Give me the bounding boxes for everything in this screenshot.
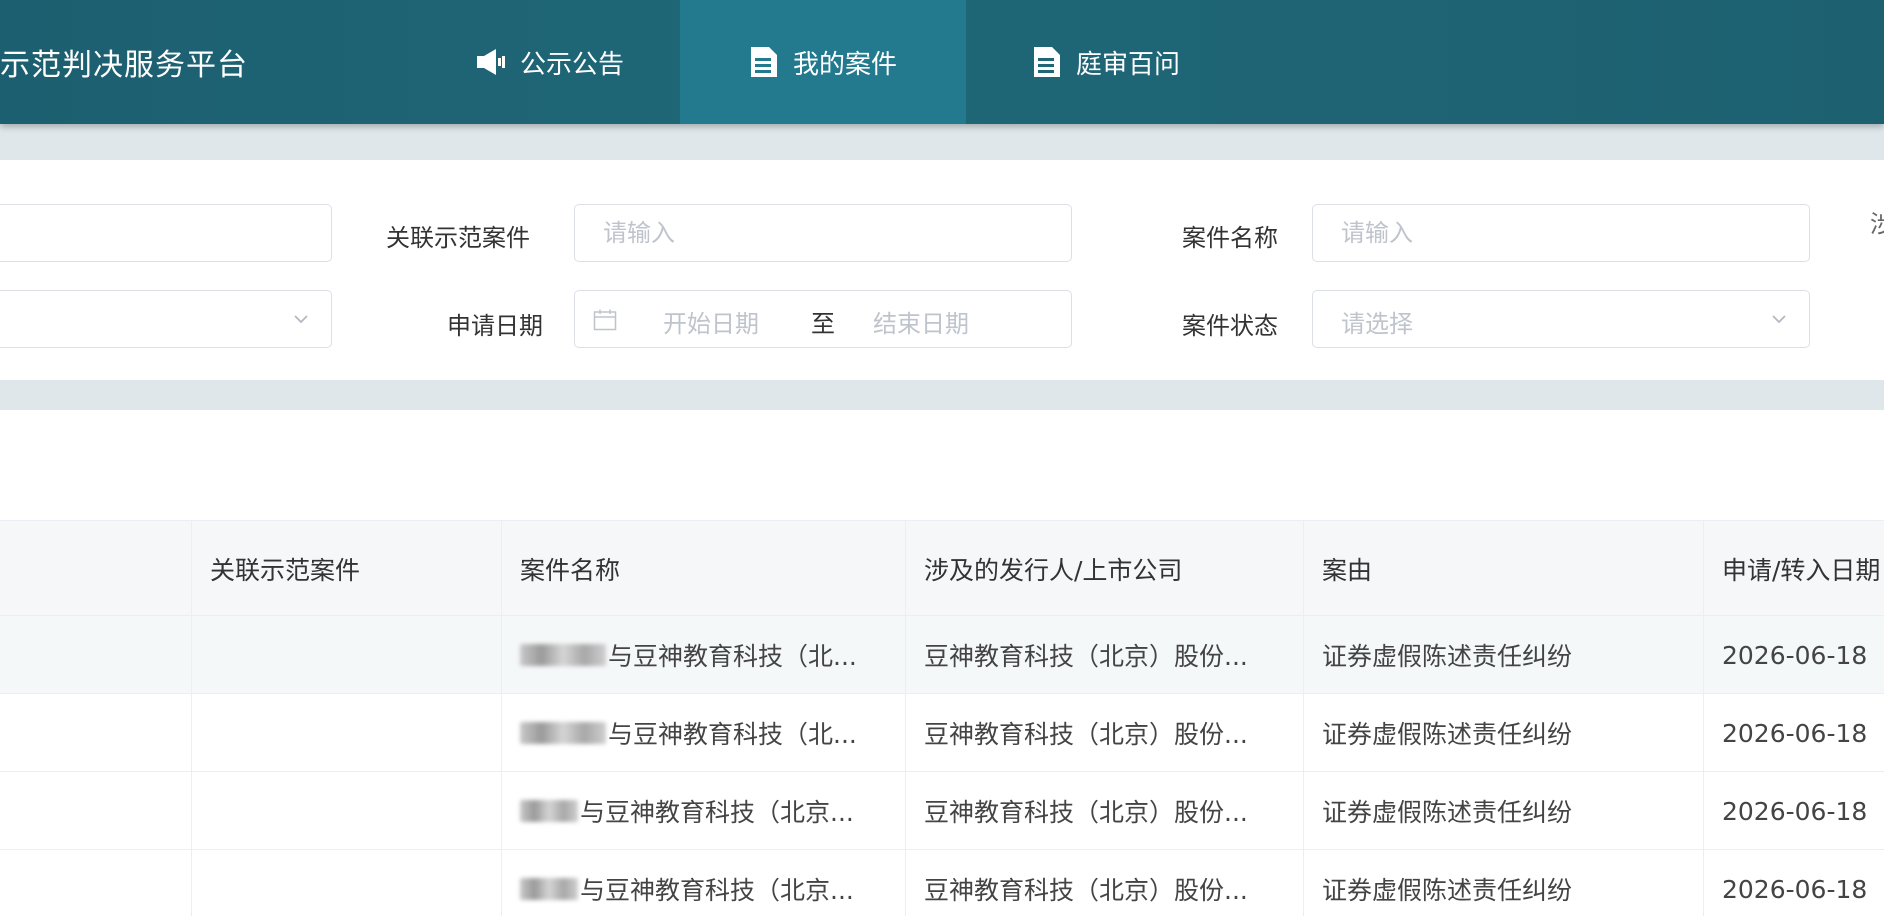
row-cell-related-case [192, 850, 502, 916]
row-cell-issuer: 豆神教育科技（北京）股份... [906, 694, 1304, 772]
row-cell-cause: 证券虚假陈述责任纠纷 [1304, 616, 1704, 694]
column-header [0, 521, 192, 617]
row-cell-issuer: 豆神教育科技（北京）股份... [906, 616, 1304, 694]
nav-tab-label: 我的案件 [792, 49, 897, 80]
nav-tab-my-cases[interactable]: 我的案件 [680, 0, 966, 124]
row-cell-cause: 证券虚假陈述责任纠纷 [1304, 772, 1704, 850]
related-case-input[interactable] [575, 205, 1071, 261]
column-header-cause: 案由 [1304, 521, 1704, 617]
megaphone-icon [476, 49, 505, 75]
nav-tab-court-faq[interactable]: 庭审百问 [966, 0, 1246, 124]
case-status-placeholder: 请选择 [1341, 310, 1413, 338]
nav-tab-label: 庭审百问 [1075, 49, 1180, 80]
related-case-label: 关联示范案件 [386, 224, 530, 252]
start-date-input[interactable]: 开始日期 [663, 304, 759, 339]
table-row[interactable]: 与豆神教育科技（北京... 豆神教育科技（北京）股份... 证券虚假陈述责任纠纷… [0, 850, 1884, 916]
row-cell [0, 694, 192, 772]
row-cell-apply-date: 2026-06-18 [1722, 796, 1868, 826]
case-status-select[interactable]: 请选择 [1312, 290, 1810, 348]
row-cell-cause: 证券虚假陈述责任纠纷 [1304, 850, 1704, 916]
document-icon [1033, 47, 1060, 77]
nav-tab-announcements[interactable]: 公示公告 [420, 0, 680, 124]
case-name-text: 与豆神教育科技（北京... [580, 876, 854, 905]
row-cell-related-case [192, 772, 502, 850]
platform-title: 示范判决服务平台 [0, 48, 248, 83]
case-name-text: 与豆神教育科技（北... [608, 642, 857, 671]
row-cell-case-name[interactable]: 与豆神教育科技（北京... [502, 850, 906, 916]
row-cell-case-name[interactable]: 与豆神教育科技（北... [502, 694, 906, 772]
row-cell-cause: 证券虚假陈述责任纠纷 [1304, 694, 1704, 772]
redacted-name [520, 722, 606, 744]
column-header-case-name: 案件名称 [502, 521, 906, 617]
related-case-field[interactable] [574, 204, 1072, 262]
chevron-down-icon [294, 315, 308, 324]
date-separator: 至 [811, 310, 835, 338]
column-header-issuer: 涉及的发行人/上市公司 [906, 521, 1304, 617]
table-header: 关联示范案件 案件名称 涉及的发行人/上市公司 案由 申请/转入日期 [0, 520, 1884, 617]
end-date-input[interactable]: 结束日期 [873, 304, 969, 339]
row-cell-related-case [192, 694, 502, 772]
calendar-icon [593, 309, 617, 331]
column-header-related-case: 关联示范案件 [192, 521, 502, 617]
case-name-input[interactable] [1313, 205, 1809, 261]
nav-tab-label: 公示公告 [519, 49, 624, 80]
table-row[interactable]: 与豆神教育科技（北... 豆神教育科技（北京）股份... 证券虚假陈述责任纠纷 … [0, 694, 1884, 772]
truncated-input[interactable] [0, 205, 331, 261]
row-cell [0, 772, 192, 850]
truncated-label: 涉 [1870, 210, 1884, 238]
filter-input-truncated[interactable] [0, 204, 332, 262]
row-cell-apply-date: 2026-06-18 [1722, 874, 1868, 904]
filter-panel: 关联示范案件 案件名称 涉 申请日期 开始日期 至 结束日期 [0, 160, 1884, 380]
redacted-name [520, 644, 606, 666]
row-cell-case-name[interactable]: 与豆神教育科技（北... [502, 616, 906, 694]
table-row[interactable]: 与豆神教育科技（北京... 豆神教育科技（北京）股份... 证券虚假陈述责任纠纷… [0, 772, 1884, 850]
row-cell-related-case [192, 616, 502, 694]
row-cell-apply-date: 2026-06-18 [1722, 640, 1868, 670]
filter-select-truncated[interactable] [0, 290, 332, 348]
row-cell-case-name[interactable]: 与豆神教育科技（北京... [502, 772, 906, 850]
row-cell-issuer: 豆神教育科技（北京）股份... [906, 772, 1304, 850]
document-icon [750, 47, 777, 77]
row-cell-apply-date: 2026-06-18 [1722, 718, 1868, 748]
app-window: 示范判决服务平台 公示公告 我的案件 庭审百问 关联示范案件 请输入 案件名称 … [0, 0, 1884, 916]
case-name-label: 案件名称 [1182, 224, 1278, 252]
case-name-text: 与豆神教育科技（北... [608, 720, 857, 749]
chevron-down-icon [1772, 315, 1786, 324]
row-cell [0, 616, 192, 694]
row-cell-issuer: 豆神教育科技（北京）股份... [906, 850, 1304, 916]
case-list-panel: 关联示范案件 案件名称 涉及的发行人/上市公司 案由 申请/转入日期 与豆神教育… [0, 410, 1884, 916]
case-name-field[interactable] [1312, 204, 1810, 262]
row-cell [0, 850, 192, 916]
column-header-apply-date: 申请/转入日期 [1722, 556, 1881, 585]
apply-date-range-picker[interactable]: 开始日期 至 结束日期 [574, 290, 1072, 348]
apply-date-label: 申请日期 [447, 312, 543, 340]
table-row[interactable]: 与豆神教育科技（北... 豆神教育科技（北京）股份... 证券虚假陈述责任纠纷 … [0, 616, 1884, 694]
case-status-label: 案件状态 [1182, 312, 1278, 340]
redacted-name [520, 878, 578, 900]
redacted-name [520, 800, 578, 822]
case-name-text: 与豆神教育科技（北京... [580, 798, 854, 827]
top-nav-bar: 示范判决服务平台 公示公告 我的案件 庭审百问 [0, 0, 1884, 124]
